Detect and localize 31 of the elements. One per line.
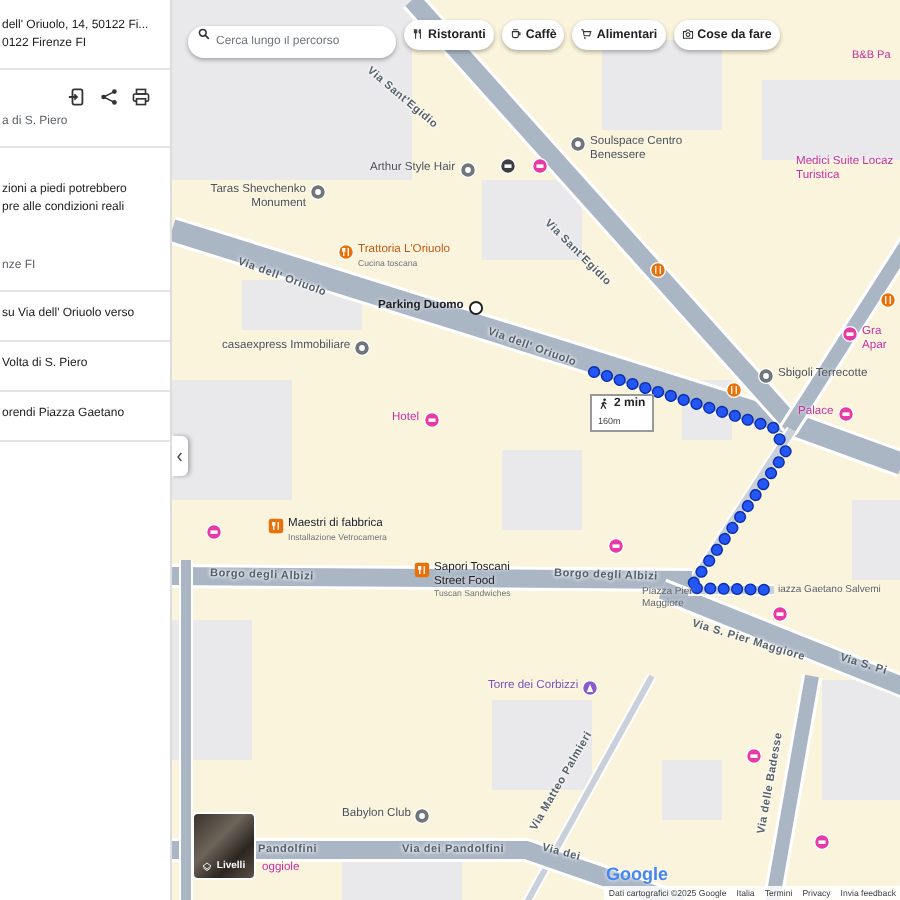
cart-icon: [580, 28, 593, 40]
place-pin-icon[interactable]: [570, 136, 586, 152]
bed-icon[interactable]: [746, 748, 762, 764]
place-pin-icon[interactable]: [459, 162, 476, 178]
fork-knife-icon[interactable]: [880, 292, 896, 308]
cup-icon: [509, 28, 522, 40]
landmark-pin-icon[interactable]: [582, 680, 599, 696]
place-pin-icon[interactable]: [354, 340, 371, 356]
place-pin-icon[interactable]: [758, 368, 774, 384]
layers-icon: [202, 862, 213, 872]
print-icon[interactable]: [132, 88, 150, 106]
share-icon[interactable]: [100, 88, 118, 106]
chevron-left-icon: [176, 449, 184, 463]
bed-icon[interactable]: [814, 834, 830, 850]
bed-icon[interactable]: [206, 524, 222, 540]
fork-knife-icon[interactable]: [726, 382, 742, 398]
map-logo: Google: [606, 864, 668, 884]
bed-icon[interactable]: [772, 606, 788, 622]
fork-knife-icon[interactable]: [338, 244, 354, 260]
bed-icon[interactable]: [532, 158, 548, 174]
fork-knife-icon[interactable]: [650, 262, 666, 278]
fork-knife-icon: [412, 28, 424, 40]
search-icon: [198, 28, 210, 40]
bed-icon[interactable]: [608, 538, 624, 554]
bed-icon[interactable]: [842, 326, 858, 342]
bed-icon[interactable]: [423, 412, 440, 428]
place-pin-icon[interactable]: [414, 808, 431, 824]
walking-person-icon: [598, 398, 610, 410]
send-to-phone-icon[interactable]: [68, 88, 86, 106]
collapse-panel-button[interactable]: [172, 436, 188, 476]
place-pin-icon[interactable]: [310, 184, 326, 200]
